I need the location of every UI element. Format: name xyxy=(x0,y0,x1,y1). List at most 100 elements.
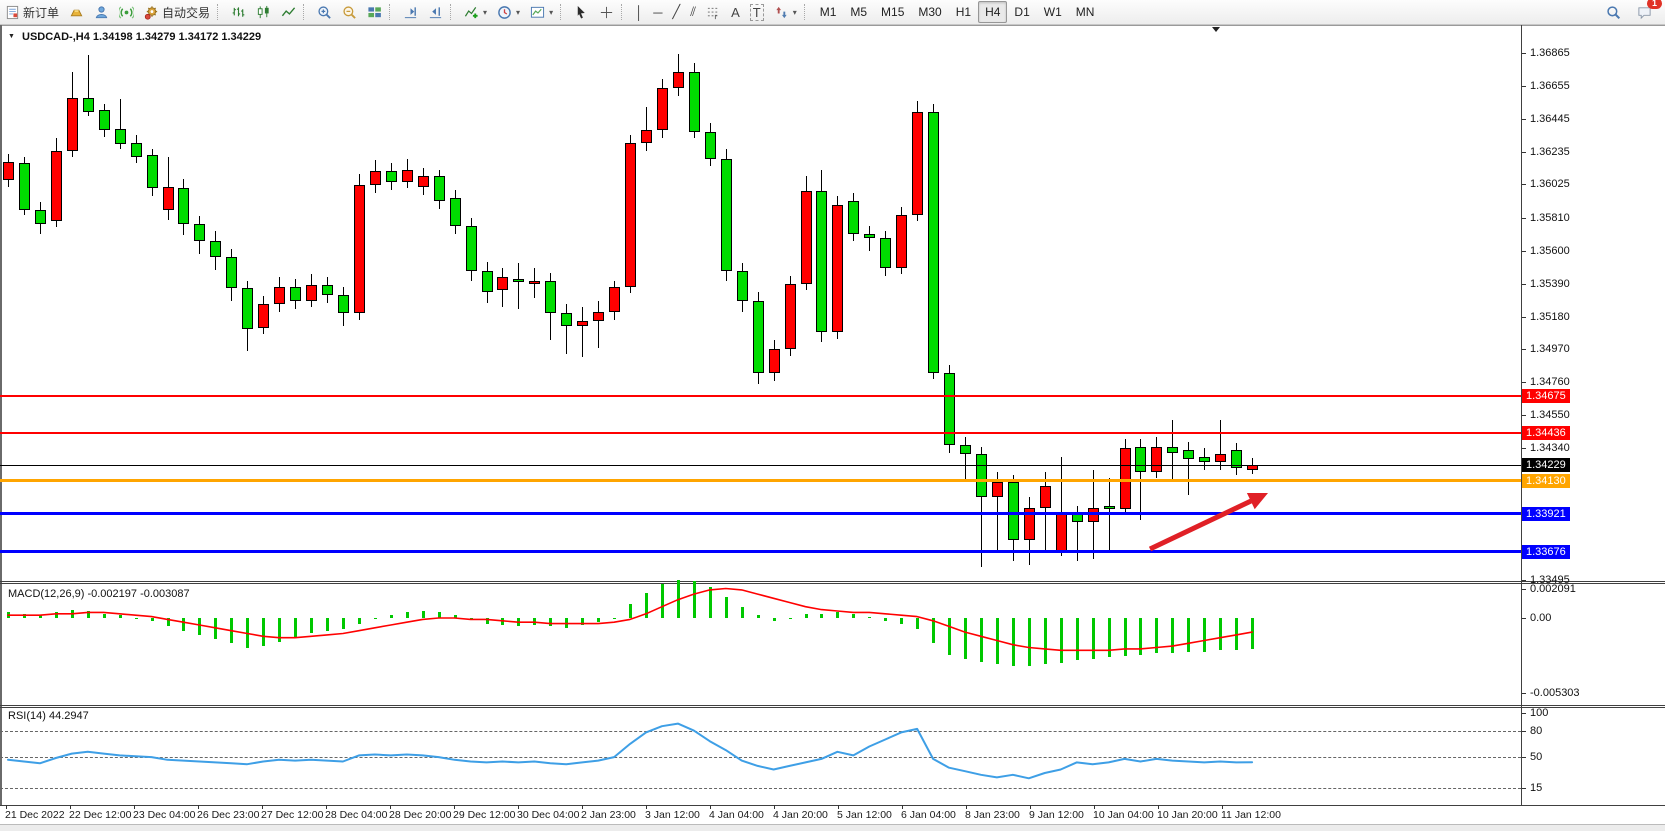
indicators-button[interactable]: ▾ xyxy=(459,1,492,23)
price-axis[interactable] xyxy=(1521,25,1665,805)
timeframe-m15-button[interactable]: M15 xyxy=(874,1,911,23)
price-hline[interactable] xyxy=(0,465,1521,466)
notification-badge: 1 xyxy=(1647,0,1662,9)
crosshair-button[interactable] xyxy=(594,1,619,23)
timeframe-mn-button[interactable]: MN xyxy=(1069,1,1102,23)
price-hline[interactable] xyxy=(0,479,1521,482)
macd-bar xyxy=(1251,618,1254,649)
macd-bar xyxy=(1076,618,1079,660)
notifications-button[interactable]: 1 xyxy=(1632,1,1657,23)
tile-windows-icon xyxy=(367,5,382,20)
timeframe-d1-button[interactable]: D1 xyxy=(1007,1,1036,23)
candle-body xyxy=(1247,465,1258,470)
candle-body xyxy=(178,188,189,224)
price-tag: 1.34675 xyxy=(1522,389,1570,403)
timeframe-w1-button[interactable]: W1 xyxy=(1037,1,1069,23)
horizontal-line-button[interactable]: ─ xyxy=(648,1,667,23)
time-axis[interactable] xyxy=(0,805,1521,824)
chart-shift-button[interactable] xyxy=(423,1,448,23)
channel-button[interactable]: ⫽ xyxy=(685,1,701,23)
bar-chart-button[interactable] xyxy=(226,1,251,23)
macd-bar xyxy=(167,618,170,626)
candle-body xyxy=(529,281,540,284)
candle-body xyxy=(545,281,556,314)
macd-bar xyxy=(1044,618,1047,664)
text-label-button[interactable]: T xyxy=(745,1,769,23)
zoom-out-button[interactable] xyxy=(337,1,362,23)
text-button[interactable]: A xyxy=(726,1,745,23)
collapse-triangle-icon[interactable]: ▼ xyxy=(8,33,15,40)
gold-ingot-button[interactable] xyxy=(64,1,89,23)
signals-button[interactable] xyxy=(114,1,139,23)
macd-bar xyxy=(533,618,536,625)
tile-windows-button[interactable] xyxy=(362,1,387,23)
price-tag: 1.33921 xyxy=(1522,507,1570,521)
pane-separator[interactable] xyxy=(0,705,1665,706)
candle-body xyxy=(466,226,477,271)
price-hline[interactable] xyxy=(0,395,1521,397)
cursor-button[interactable] xyxy=(569,1,594,23)
rsi-indicator-label: RSI(14) 44.2947 xyxy=(8,710,89,722)
candle-body xyxy=(67,98,78,151)
candle-body xyxy=(864,234,875,239)
price-tag: 1.34130 xyxy=(1522,474,1570,488)
candle-body xyxy=(274,287,285,304)
candle-body xyxy=(960,445,971,454)
templates-button[interactable]: ▾ xyxy=(525,1,558,23)
pane-separator[interactable] xyxy=(0,707,1665,708)
candle-body xyxy=(912,112,923,215)
timeframe-m30-button[interactable]: M30 xyxy=(911,1,948,23)
macd-bar xyxy=(836,612,839,618)
pane-separator[interactable] xyxy=(0,581,1665,582)
timeframe-h4-button[interactable]: H4 xyxy=(978,1,1007,23)
zoom-out-icon xyxy=(342,5,357,20)
candlestick-chart-button[interactable] xyxy=(251,1,276,23)
periods-button[interactable]: ▾ xyxy=(492,1,525,23)
candle-body xyxy=(1135,447,1146,472)
candle-body xyxy=(769,349,780,372)
price-hline[interactable] xyxy=(0,432,1521,434)
toolbar-grip xyxy=(389,4,394,20)
autotrading-button[interactable]: 自动交易 xyxy=(139,1,215,23)
macd-bar xyxy=(677,580,680,618)
search-button[interactable] xyxy=(1601,1,1626,23)
pane-separator[interactable] xyxy=(0,583,1665,584)
auto-scroll-button[interactable] xyxy=(398,1,423,23)
candle-body xyxy=(641,130,652,143)
candle-body xyxy=(83,98,94,112)
community-button[interactable] xyxy=(89,1,114,23)
macd-bar xyxy=(135,618,138,619)
macd-bar xyxy=(310,618,313,633)
macd-bar xyxy=(964,618,967,659)
arrows-button[interactable]: ▾ xyxy=(769,1,802,23)
macd-bar xyxy=(342,618,345,629)
chart-shift-marker[interactable] xyxy=(1212,27,1220,32)
candle-body xyxy=(705,132,716,159)
toolbar-grip xyxy=(621,4,626,20)
candle-body xyxy=(992,482,1003,496)
fibonacci-button[interactable] xyxy=(701,1,726,23)
candle-body xyxy=(338,295,349,314)
candle-body xyxy=(1183,450,1194,459)
new-order-button[interactable]: 新订单 xyxy=(0,1,64,23)
zoom-in-button[interactable] xyxy=(312,1,337,23)
vertical-line-icon: │ xyxy=(635,5,643,20)
price-hline[interactable] xyxy=(0,550,1521,553)
macd-bar xyxy=(932,618,935,643)
candle-wick xyxy=(582,307,583,357)
candle-body xyxy=(450,198,461,226)
candle-body xyxy=(402,170,413,183)
timeframe-m1-button[interactable]: M1 xyxy=(813,1,844,23)
autotrading-label: 自动交易 xyxy=(162,4,210,21)
vertical-line-button[interactable]: │ xyxy=(630,1,648,23)
trendline-button[interactable]: ╱ xyxy=(667,1,685,23)
timeframe-m5-button[interactable]: M5 xyxy=(843,1,874,23)
candle-body xyxy=(418,176,429,187)
candle-wick xyxy=(518,263,519,308)
autotrading-icon xyxy=(144,5,159,20)
timeframe-h1-button[interactable]: H1 xyxy=(949,1,978,23)
price-hline[interactable] xyxy=(0,512,1521,515)
line-chart-button[interactable] xyxy=(276,1,301,23)
arrows-icon xyxy=(774,5,789,20)
candle-body xyxy=(848,201,859,234)
